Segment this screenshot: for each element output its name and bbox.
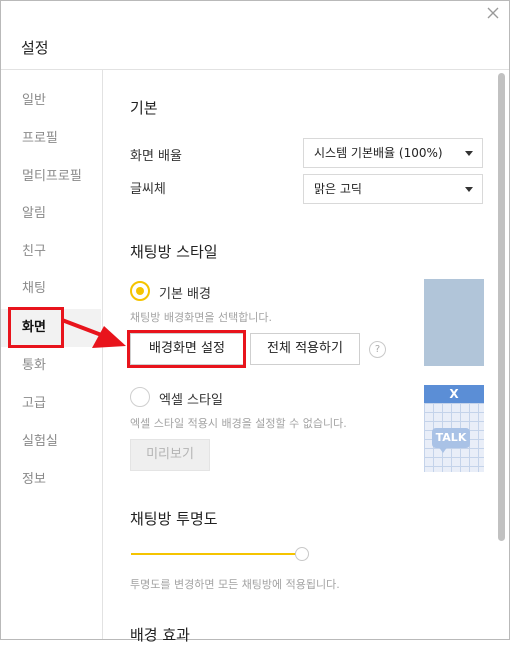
section-transparency-heading: 채팅방 투명도 xyxy=(130,510,218,528)
sidebar-item-info[interactable]: 정보 xyxy=(1,461,101,499)
apply-all-button[interactable]: 전체 적용하기 xyxy=(250,333,360,365)
preview-button[interactable]: 미리보기 xyxy=(130,439,210,471)
excel-style-label: 엑셀 스타일 xyxy=(159,393,223,408)
default-bg-thumbnail xyxy=(424,279,484,366)
screen-scale-label: 화면 배율 xyxy=(130,149,182,164)
sidebar-item-profile[interactable]: 프로필 xyxy=(1,120,101,158)
sidebar-item-chat[interactable]: 채팅 xyxy=(1,270,101,308)
transparency-slider-track[interactable] xyxy=(131,553,302,555)
font-value: 맑은 고딕 xyxy=(314,182,362,196)
default-bg-label: 기본 배경 xyxy=(159,287,211,302)
scrollbar[interactable] xyxy=(498,73,505,541)
section-chat-style-heading: 채팅방 스타일 xyxy=(130,243,218,261)
set-background-button[interactable]: 배경화면 설정 xyxy=(130,333,244,365)
section-bg-effect-heading: 배경 효과 xyxy=(130,626,190,644)
font-label: 글씨체 xyxy=(130,182,166,197)
excel-thumb-talk-tail xyxy=(438,446,448,453)
window-title: 설정 xyxy=(21,39,49,57)
font-select[interactable]: 맑은 고딕 xyxy=(303,174,483,204)
sidebar-item-call[interactable]: 통화 xyxy=(1,347,101,385)
default-bg-hint: 채팅방 배경화면을 선택합니다. xyxy=(130,311,273,324)
sidebar-item-advanced[interactable]: 고급 xyxy=(1,385,101,423)
sidebar-item-friends[interactable]: 친구 xyxy=(1,233,101,271)
sidebar-item-display[interactable]: 화면 xyxy=(1,309,101,347)
close-icon[interactable] xyxy=(485,5,501,21)
screen-scale-select[interactable]: 시스템 기본배율 (100%) xyxy=(303,138,483,168)
excel-style-thumbnail: X TALK xyxy=(424,385,484,472)
help-icon[interactable]: ? xyxy=(369,341,386,358)
excel-style-hint: 엑셀 스타일 적용시 배경을 설정할 수 없습니다. xyxy=(130,417,347,430)
sidebar-item-notifications[interactable]: 알림 xyxy=(1,195,101,233)
chevron-down-icon xyxy=(465,187,473,192)
sidebar-item-general[interactable]: 일반 xyxy=(1,82,101,120)
sidebar-item-multiprofile[interactable]: 멀티프로필 xyxy=(1,158,101,196)
section-basic-heading: 기본 xyxy=(130,99,158,117)
screen-scale-value: 시스템 기본배율 (100%) xyxy=(314,146,443,160)
transparency-hint: 투명도를 변경하면 모든 채팅방에 적용됩니다. xyxy=(130,578,340,591)
excel-style-radio[interactable] xyxy=(130,387,150,407)
sidebar: 일반 프로필 멀티프로필 알림 친구 채팅 화면 통화 고급 실험실 정보 xyxy=(1,70,103,639)
sidebar-item-lab[interactable]: 실험실 xyxy=(1,423,101,461)
default-bg-radio[interactable] xyxy=(130,281,150,301)
transparency-slider-knob[interactable] xyxy=(295,547,309,561)
chevron-down-icon xyxy=(465,151,473,156)
excel-thumb-talk: TALK xyxy=(432,428,470,448)
excel-thumb-icon: X xyxy=(424,385,484,403)
